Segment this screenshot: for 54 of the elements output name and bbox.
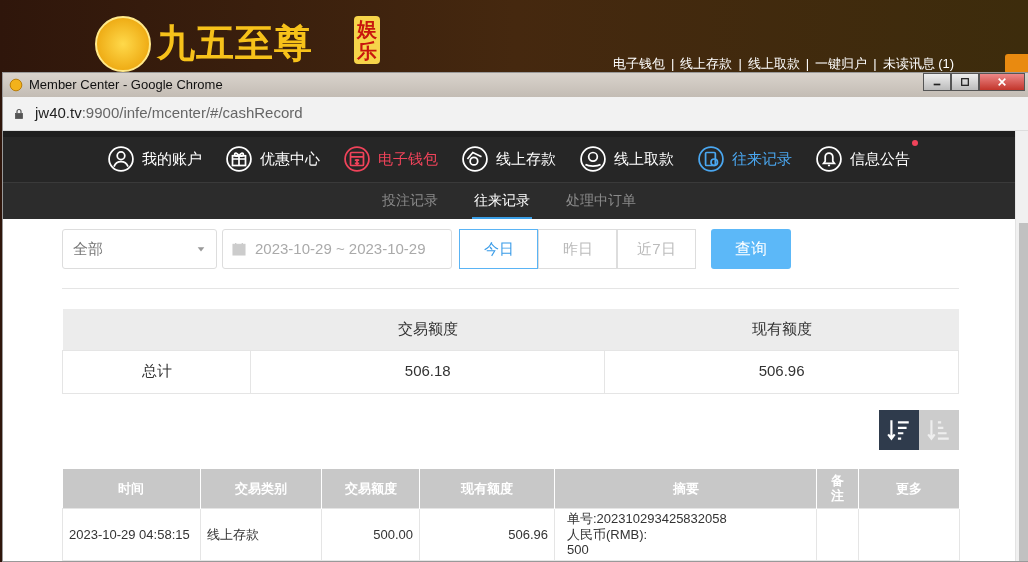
column-header: 现有额度 (604, 309, 959, 351)
table-cell: 总计 (62, 350, 251, 394)
table-cell: 506.96 (419, 508, 555, 561)
nav-item[interactable]: 往来记录 (686, 138, 804, 181)
header-tab[interactable] (1005, 54, 1028, 74)
table-cell: 506.18 (250, 350, 605, 394)
nav-item[interactable]: 线上存款 (450, 138, 568, 181)
gift-icon (226, 146, 252, 173)
link-separator: | (873, 55, 877, 73)
scrollbar-thumb[interactable] (1019, 223, 1028, 561)
logo-badge: 娱乐 (354, 16, 380, 64)
column-header: 交易额度 (250, 309, 605, 351)
header-link[interactable]: 线上存款 (680, 54, 733, 74)
logo-emblem (95, 16, 151, 72)
sub-tab[interactable]: 投注记录 (380, 182, 440, 220)
nav-item[interactable]: 我的账户 (96, 138, 214, 181)
nav-item[interactable]: 信息公告 (804, 138, 922, 181)
app-icon (9, 78, 23, 92)
site-logo-text: 九五至尊 (157, 24, 313, 62)
minimize-button[interactable] (923, 73, 951, 91)
maximize-icon (960, 77, 970, 87)
nav-item[interactable]: 电子钱包 (332, 138, 450, 181)
header-link[interactable]: 未读讯息 (1) (882, 54, 955, 74)
bell-icon (816, 146, 842, 173)
link-separator: | (805, 55, 810, 73)
clipboard-icon (698, 146, 724, 173)
calendar-icon (231, 241, 247, 258)
summary-line: 人民币(RMB): (567, 526, 649, 543)
link-separator: | (671, 55, 675, 73)
table-cell: 2023-10-29 04:58:15 (62, 508, 201, 561)
table-cell: 线上存款 (200, 508, 322, 561)
sort-button[interactable] (879, 409, 919, 450)
header-link[interactable]: 一键归户 (815, 54, 868, 74)
table-cell: 506.96 (604, 350, 959, 394)
header-link[interactable]: 线上取款 (747, 54, 800, 74)
nav-item[interactable]: 线上取款 (568, 138, 686, 181)
summary-line: 单号:202310293425832058 (567, 511, 728, 527)
person-icon (108, 146, 134, 173)
sub-tab[interactable]: 往来记录 (472, 182, 532, 220)
scrollbar[interactable] (1015, 131, 1028, 561)
nav-item[interactable]: 优惠中心 (214, 138, 332, 181)
address-bar-url[interactable]: jw40.tv:9900/infe/mcenter/#/cashRecord (35, 102, 303, 125)
wallet-icon (344, 146, 370, 173)
window-title: Member Center - Google Chrome (29, 76, 223, 95)
close-icon (997, 77, 1007, 87)
type-select[interactable]: 全部 (62, 229, 217, 270)
sub-tab[interactable]: 处理中订单 (564, 182, 638, 220)
lock-icon (13, 107, 25, 120)
summary-line: 500 (567, 542, 590, 558)
close-button[interactable] (979, 73, 1025, 91)
link-separator: | (738, 55, 742, 73)
table-cell: 500.00 (321, 508, 420, 561)
maximize-button[interactable] (951, 73, 979, 91)
header-link[interactable]: 电子钱包 (613, 54, 665, 74)
